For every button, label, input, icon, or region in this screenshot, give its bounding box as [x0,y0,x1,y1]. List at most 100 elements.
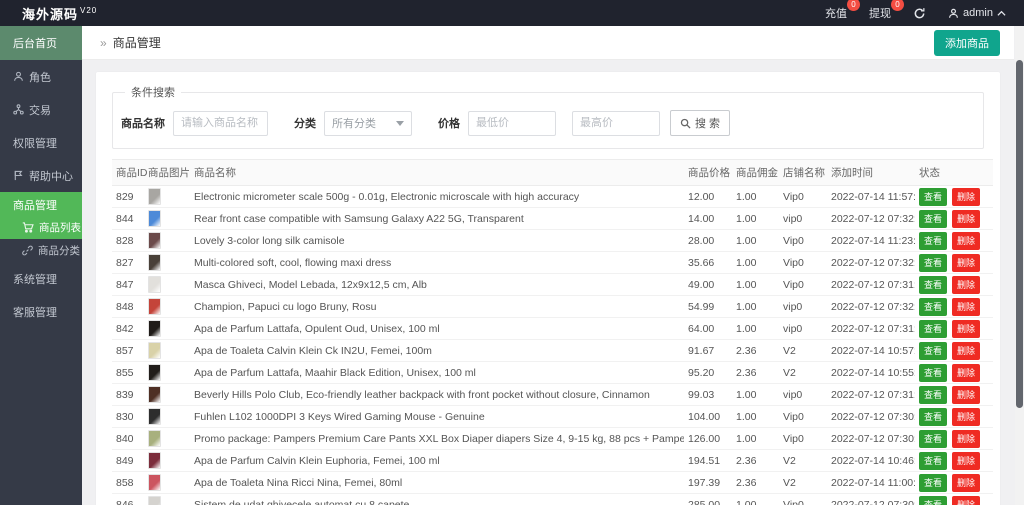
cell-product-commission: 1.00 [732,494,779,505]
table-row: 847Masca Ghiveci, Model Lebada, 12x9x12,… [112,274,993,296]
view-button[interactable]: 查看 [919,474,947,492]
view-button[interactable]: 查看 [919,210,947,228]
topbar: 海外源码V20 充值 0 提现 0 admin [0,0,1024,26]
cell-product-image [144,208,190,230]
view-button[interactable]: 查看 [919,276,947,294]
page-header: » 商品管理 添加商品 [82,26,1014,60]
admin-name: admin [963,7,993,19]
view-button[interactable]: 查看 [919,232,947,250]
cell-product-image [144,296,190,318]
delete-button[interactable]: 删除 [952,452,980,470]
cell-product-price: 54.99 [684,296,732,318]
max-price-input[interactable] [572,111,660,136]
delete-button[interactable]: 删除 [952,298,980,316]
withdraw-link[interactable]: 提现 0 [869,5,891,21]
delete-button[interactable]: 删除 [952,276,980,294]
table-row: 828Lovely 3-color long silk camisole28.0… [112,230,993,252]
sidebar-item-system[interactable]: 系统管理 [0,262,82,295]
view-button[interactable]: 查看 [919,188,947,206]
recharge-badge: 0 [847,0,860,11]
scrollbar-thumb[interactable] [1016,60,1023,408]
view-button[interactable]: 查看 [919,298,947,316]
add-product-button[interactable]: 添加商品 [934,30,1000,56]
product-thumbnail [148,188,161,205]
view-button[interactable]: 查看 [919,254,947,272]
sidebar-item-roles[interactable]: 角色 [0,60,82,93]
cell-shop-name: V2 [779,450,827,472]
delete-button[interactable]: 删除 [952,408,980,426]
sidebar-item-dashboard[interactable]: 后台首页 [0,26,82,60]
cell-product-id: 829 [112,186,144,208]
view-button[interactable]: 查看 [919,386,947,404]
min-price-input[interactable] [468,111,556,136]
chevron-down-icon [396,121,404,126]
delete-button[interactable]: 删除 [952,430,980,448]
delete-button[interactable]: 删除 [952,232,980,250]
view-button[interactable]: 查看 [919,430,947,448]
cell-shop-name: vip0 [779,384,827,406]
view-button[interactable]: 查看 [919,496,947,505]
cell-product-commission: 1.00 [732,230,779,252]
cell-shop-name: V2 [779,362,827,384]
product-thumbnail [148,474,161,491]
category-select-value: 所有分类 [332,115,376,131]
cell-product-name: Electronic micrometer scale 500g - 0.01g… [190,186,684,208]
delete-button[interactable]: 删除 [952,210,980,228]
view-button[interactable]: 查看 [919,364,947,382]
cell-status-actions: 查看删除 [915,494,993,505]
sidebar-item-support[interactable]: 客服管理 [0,295,82,328]
delete-button[interactable]: 删除 [952,364,980,382]
cell-product-image [144,252,190,274]
delete-button[interactable]: 删除 [952,342,980,360]
search-button[interactable]: 搜 索 [670,110,730,136]
view-button[interactable]: 查看 [919,408,947,426]
view-button[interactable]: 查看 [919,342,947,360]
cell-status-actions: 查看删除 [915,208,993,230]
column-header: 商品ID [112,160,144,186]
table-row: 849Apa de Parfum Calvin Klein Euphoria, … [112,450,993,472]
sidebar-item-goods-list[interactable]: 商品列表 [0,216,82,239]
cell-product-price: 99.03 [684,384,732,406]
cell-product-name: Promo package: Pampers Premium Care Pant… [190,428,684,450]
search-panel-legend: 条件搜索 [125,84,181,100]
table-row: 848Champion, Papuci cu logo Bruny, Rosu5… [112,296,993,318]
vertical-scrollbar[interactable] [1015,26,1024,505]
sidebar-item-permissions[interactable]: 权限管理 [0,126,82,159]
admin-menu[interactable]: admin [948,7,1006,19]
share-icon [13,104,24,115]
sidebar-item-help[interactable]: 帮助中心 [0,159,82,192]
product-thumbnail [148,430,161,447]
view-button[interactable]: 查看 [919,320,947,338]
cell-status-actions: 查看删除 [915,450,993,472]
cell-product-name: Champion, Papuci cu logo Bruny, Rosu [190,296,684,318]
category-select[interactable]: 所有分类 [324,111,412,136]
cell-product-image [144,318,190,340]
product-name-input[interactable] [173,111,268,136]
delete-button[interactable]: 删除 [952,254,980,272]
sidebar-item-trade[interactable]: 交易 [0,93,82,126]
column-header: 商品佣金 [732,160,779,186]
cell-added-time: 2022-07-12 07:32:26 [827,252,915,274]
cell-status-actions: 查看删除 [915,186,993,208]
cell-product-image [144,428,190,450]
delete-button[interactable]: 删除 [952,474,980,492]
cell-product-image [144,384,190,406]
cell-added-time: 2022-07-12 07:30:31 [827,428,915,450]
delete-button[interactable]: 删除 [952,188,980,206]
cell-shop-name: Vip0 [779,230,827,252]
cell-product-id: 849 [112,450,144,472]
product-thumbnail [148,452,161,469]
table-row: 840Promo package: Pampers Premium Care P… [112,428,993,450]
sidebar-item-goods-category[interactable]: 商品分类 [0,239,82,262]
cell-product-price: 197.39 [684,472,732,494]
delete-button[interactable]: 删除 [952,320,980,338]
delete-button[interactable]: 删除 [952,386,980,404]
sidebar-item-goods[interactable]: 商品管理 [0,192,82,216]
cell-product-price: 95.20 [684,362,732,384]
product-thumbnail [148,496,161,505]
refresh-icon[interactable] [913,7,926,20]
cell-status-actions: 查看删除 [915,318,993,340]
recharge-link[interactable]: 充值 0 [825,5,847,21]
delete-button[interactable]: 删除 [952,496,980,505]
view-button[interactable]: 查看 [919,452,947,470]
